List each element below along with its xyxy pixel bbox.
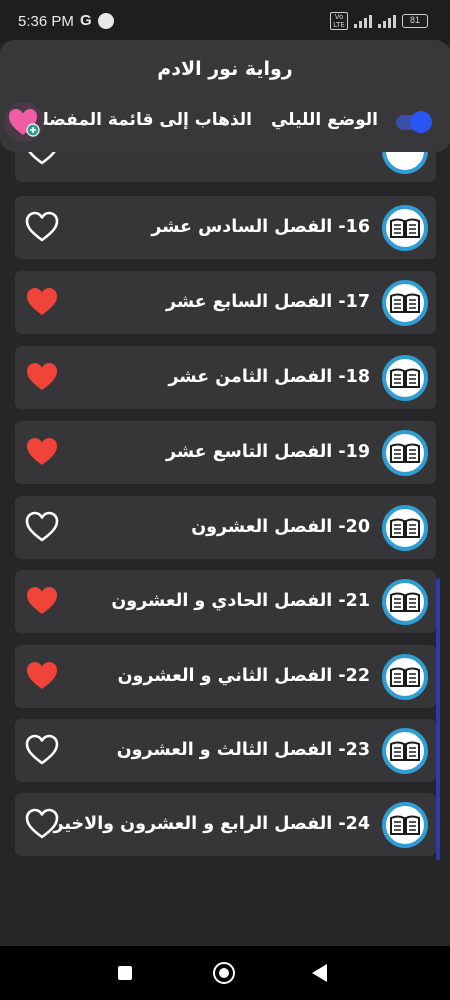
book-icon: [382, 728, 428, 774]
chapter-title: 17- الفصل السابع عشر: [165, 292, 370, 312]
favorites-link[interactable]: الذهاب إلى قائمة المفضلة: [32, 110, 252, 130]
recents-button[interactable]: [118, 966, 132, 980]
favorites-heart-icon: [9, 109, 40, 137]
chapter-row[interactable]: 19- الفصل التاسع عشر: [15, 421, 436, 484]
heart-filled-icon[interactable]: [25, 660, 59, 692]
chapter-row[interactable]: 23- الفصل الثالث و العشرون: [15, 719, 436, 782]
heart-icon[interactable]: [25, 808, 59, 840]
chapter-title: 16- الفصل السادس عشر: [151, 217, 370, 237]
back-button[interactable]: [312, 964, 327, 982]
chapter-title: 24- الفصل الرابع و العشرون والاخير: [53, 814, 370, 834]
page-title: رواية نور الادم: [157, 58, 293, 80]
book-icon: [382, 355, 428, 401]
heart-filled-icon[interactable]: [25, 286, 59, 318]
chapter-row[interactable]: 22- الفصل الثاني و العشرون: [15, 645, 436, 708]
signal-icon: [354, 14, 372, 28]
scrollbar[interactable]: [436, 578, 440, 860]
night-mode-label: الوضع الليلي: [270, 110, 378, 130]
status-time: 5:36 PM: [18, 13, 74, 30]
book-icon: [382, 802, 428, 848]
status-bar: 5:36 PM G Vo LTE 81: [0, 0, 450, 44]
chapter-title: 21- الفصل الحادي و العشرون: [111, 591, 370, 611]
chapter-title: 19- الفصل التاسع عشر: [165, 442, 370, 462]
book-icon: [382, 205, 428, 251]
book-icon: [382, 654, 428, 700]
heart-icon[interactable]: [25, 211, 59, 243]
book-icon: [382, 152, 428, 174]
heart-icon[interactable]: [25, 511, 59, 543]
heart-filled-icon[interactable]: [25, 361, 59, 393]
chapter-row[interactable]: 21- الفصل الحادي و العشرون: [15, 570, 436, 633]
heart-icon[interactable]: [25, 734, 59, 766]
header-card: [0, 40, 450, 152]
chapter-row[interactable]: 24- الفصل الرابع و العشرون والاخير: [15, 793, 436, 856]
home-button[interactable]: [213, 962, 235, 984]
heart-icon[interactable]: [25, 152, 59, 166]
volte-icon: Vo LTE: [330, 12, 348, 30]
heart-filled-icon[interactable]: [25, 436, 59, 468]
call-icon: [98, 13, 114, 29]
heart-filled-icon[interactable]: [25, 585, 59, 617]
signal-icon-2: [378, 14, 396, 28]
night-mode-toggle[interactable]: [396, 111, 434, 133]
book-icon: [382, 430, 428, 476]
status-carrier-icon: G: [80, 12, 92, 29]
battery-icon: 81: [402, 14, 428, 28]
book-icon: [382, 505, 428, 551]
chapter-list[interactable]: 16- الفصل السادس عشر 17- الفصل السابع عش…: [0, 152, 450, 942]
chapter-row[interactable]: 18- الفصل الثامن عشر: [15, 346, 436, 409]
chapter-row[interactable]: 17- الفصل السابع عشر: [15, 271, 436, 334]
chapter-title: 18- الفصل الثامن عشر: [168, 367, 370, 387]
chapter-title: 23- الفصل الثالث و العشرون: [116, 740, 370, 760]
chapter-title: 22- الفصل الثاني و العشرون: [117, 666, 370, 686]
toggle-thumb: [410, 111, 432, 133]
book-icon: [382, 579, 428, 625]
favorites-button[interactable]: [4, 102, 44, 142]
chapter-title: 20- الفصل العشرون: [191, 517, 370, 537]
chapter-row-partial[interactable]: [15, 152, 436, 182]
book-icon: [382, 280, 428, 326]
status-icons: Vo LTE 81: [330, 12, 428, 30]
navigation-bar: [0, 946, 450, 1000]
chapter-row[interactable]: 16- الفصل السادس عشر: [15, 196, 436, 259]
chapter-row[interactable]: 20- الفصل العشرون: [15, 496, 436, 559]
